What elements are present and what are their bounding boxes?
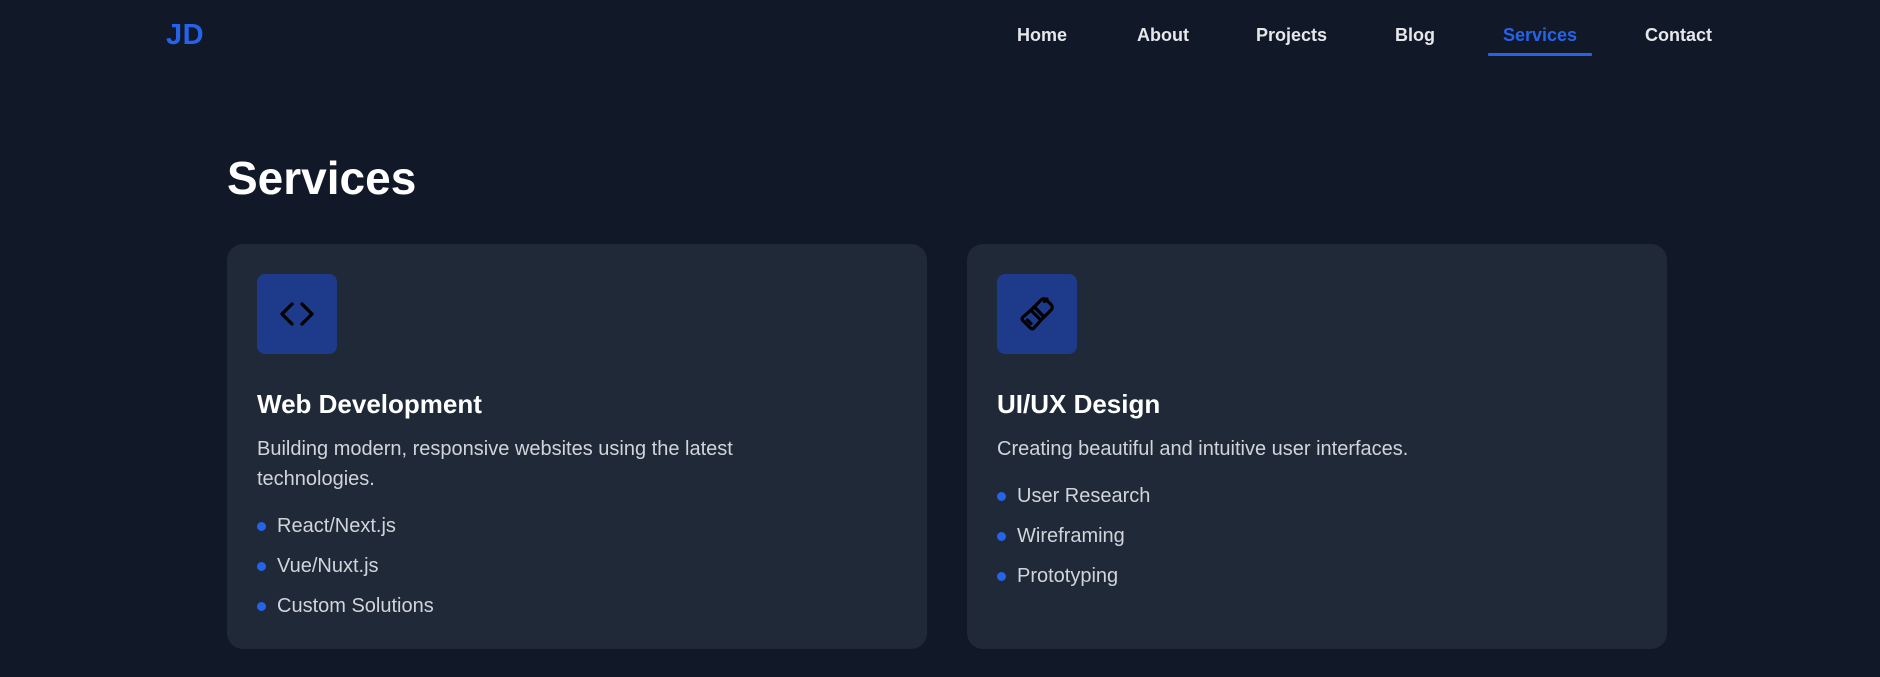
card-title: UI/UX Design (997, 389, 1161, 419)
feature-list: User Research Wireframing Prototyping (997, 476, 1637, 596)
paintbrush-icon (1017, 294, 1057, 334)
card-description: Building modern, responsive websites usi… (257, 438, 733, 490)
feature-label: Wireframing (1017, 524, 1125, 547)
bullet-icon (997, 491, 1006, 501)
service-icon-box (997, 274, 1077, 354)
list-item: React/Next.js (257, 506, 897, 546)
nav-home[interactable]: Home (1002, 20, 1082, 50)
list-item: Prototyping (997, 556, 1637, 596)
code-icon (277, 294, 317, 334)
feature-label: Prototyping (1017, 564, 1119, 587)
nav-services[interactable]: Services (1488, 20, 1593, 56)
bullet-icon (257, 521, 266, 531)
nav-about[interactable]: About (1122, 20, 1204, 50)
list-item: Wireframing (997, 516, 1637, 556)
list-item: Custom Solutions (257, 586, 897, 626)
main-nav: Home About Projects Blog Services Contac… (0, 20, 1880, 60)
bullet-icon (997, 571, 1006, 581)
service-icon-box (257, 274, 337, 354)
feature-label: Custom Solutions (277, 594, 434, 617)
nav-contact[interactable]: Contact (1630, 20, 1727, 50)
page: JD Home About Projects Blog Services Con… (0, 0, 1880, 677)
nav-blog[interactable]: Blog (1380, 20, 1450, 50)
card-description: Creating beautiful and intuitive user in… (997, 438, 1409, 460)
feature-label: React/Next.js (277, 514, 396, 537)
bullet-icon (257, 601, 266, 611)
list-item: User Research (997, 476, 1637, 516)
bullet-icon (257, 561, 266, 571)
feature-label: Vue/Nuxt.js (277, 554, 379, 577)
page-title: Services (227, 152, 417, 204)
feature-list: React/Next.js Vue/Nuxt.js Custom Solutio… (257, 506, 897, 626)
feature-label: User Research (1017, 484, 1151, 507)
service-card-ui-ux-design: UI/UX Design Creating beautiful and intu… (967, 244, 1667, 649)
bullet-icon (997, 531, 1006, 541)
list-item: Vue/Nuxt.js (257, 546, 897, 586)
service-card-web-development: Web Development Building modern, respons… (227, 244, 927, 649)
nav-projects[interactable]: Projects (1241, 20, 1342, 50)
card-title: Web Development (257, 389, 482, 419)
